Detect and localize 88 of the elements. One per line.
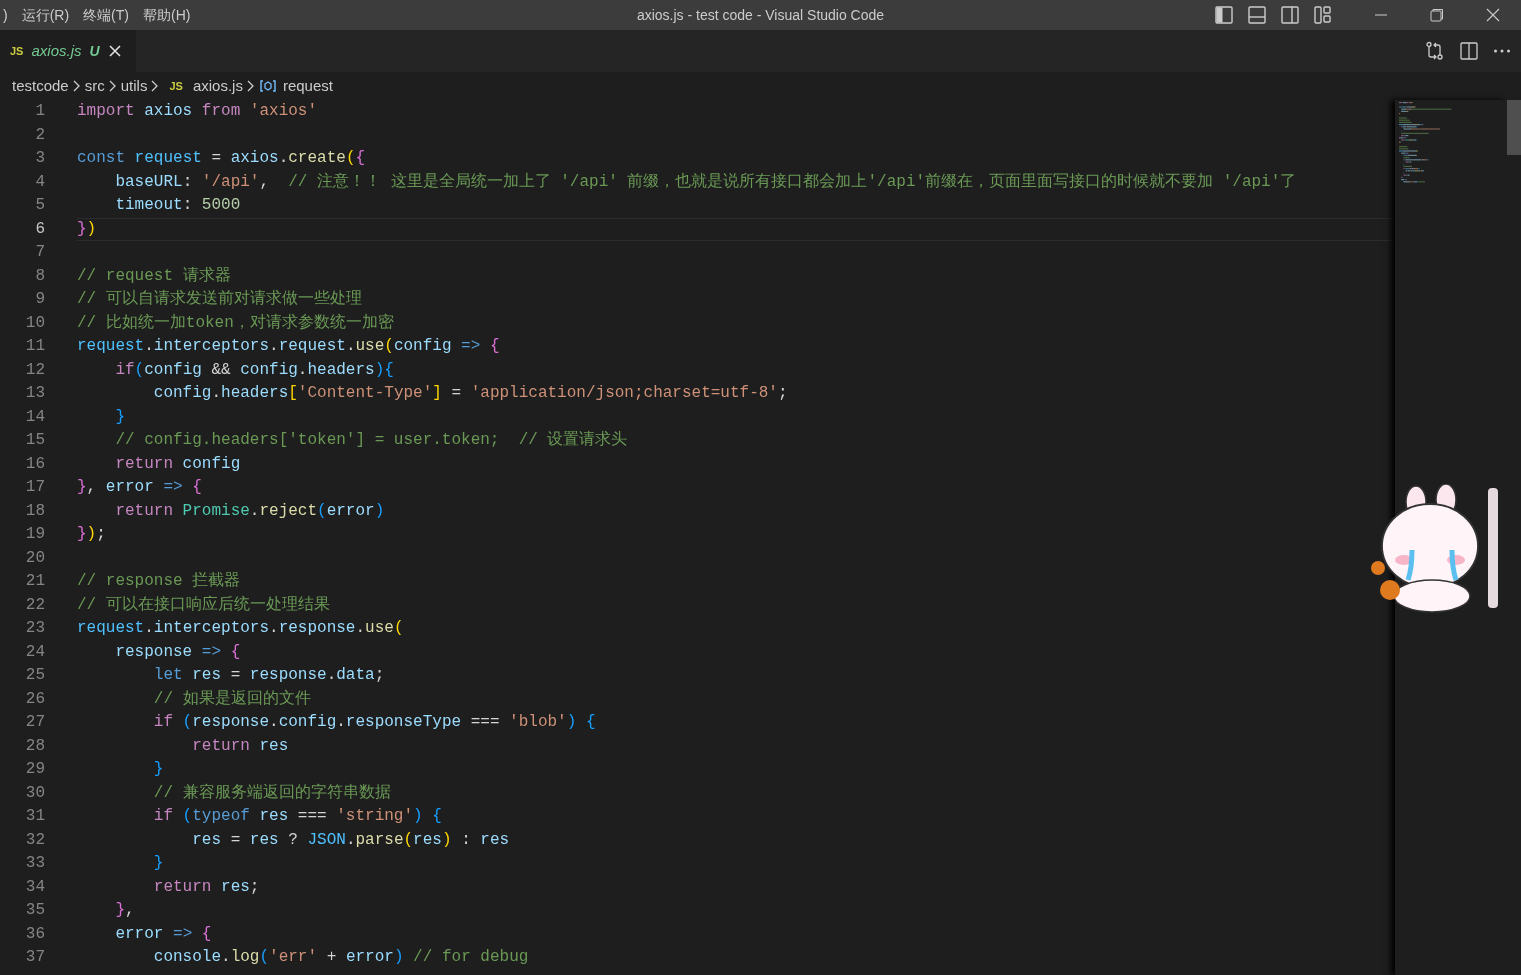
code-line: config.headers['Content-Type'] = 'application/json;charset=utf-8'; bbox=[152, 383, 789, 404]
line-number: 9 bbox=[34, 289, 45, 310]
line-number: 36 bbox=[24, 923, 45, 945]
line-number: 35 bbox=[24, 900, 45, 921]
code-line: if (typeof res === 'string') { bbox=[152, 806, 443, 827]
line-number: 33 bbox=[24, 853, 45, 874]
variable-icon bbox=[258, 79, 277, 93]
line-number: 24 bbox=[24, 641, 45, 663]
line-number: 12 bbox=[24, 359, 45, 381]
code-line: }, error => { bbox=[77, 477, 203, 498]
code-line: const request = axios.create({ bbox=[77, 148, 367, 169]
code-line: // 可以在接口响应后统一处理结果 bbox=[77, 594, 331, 616]
code-line: if (response.config.responseType === 'blob') { bbox=[152, 712, 597, 733]
scrollbar-thumb[interactable] bbox=[1507, 100, 1521, 155]
code-line: res = res ? JSON.parse(res) : res bbox=[191, 829, 511, 851]
code-line: import axios from 'axios' bbox=[77, 101, 319, 122]
menu-item[interactable]: 运行(R) bbox=[14, 4, 77, 26]
code-line: }) bbox=[77, 217, 1395, 241]
line-number: 20 bbox=[24, 547, 45, 569]
line-number: 7 bbox=[34, 242, 45, 263]
line-number: 2 bbox=[34, 124, 45, 146]
line-number: 15 bbox=[24, 430, 45, 451]
breadcrumb-item[interactable]: src bbox=[84, 74, 105, 98]
line-number: 6 bbox=[34, 218, 45, 240]
code-line: } bbox=[114, 406, 126, 428]
breadcrumb-item[interactable]: request bbox=[258, 74, 333, 98]
split-editor-icon[interactable] bbox=[1459, 41, 1479, 61]
line-number: 11 bbox=[24, 336, 45, 357]
line-number: 23 bbox=[24, 618, 45, 639]
menu-item[interactable]: 终端(T) bbox=[76, 4, 136, 26]
menu-item[interactable]: 帮助(H) bbox=[136, 4, 198, 26]
line-number: 8 bbox=[34, 265, 45, 287]
line-number: 1 bbox=[34, 101, 45, 122]
code-line: // 可以自请求发送前对请求做一些处理 bbox=[77, 289, 363, 310]
breadcrumb-item[interactable]: JS axios.js bbox=[163, 74, 243, 98]
line-number: 28 bbox=[24, 735, 45, 757]
menu-item[interactable]: ) bbox=[0, 4, 15, 26]
line-number: 4 bbox=[34, 171, 45, 193]
line-number: 27 bbox=[24, 712, 45, 733]
close-icon[interactable] bbox=[107, 44, 122, 58]
code-line: return config bbox=[114, 453, 242, 475]
code-line: // 比如统一加token，对请求参数统一加密 bbox=[77, 312, 395, 334]
window-title: axios.js - test code - Visual Studio Code bbox=[636, 5, 885, 25]
compare-changes-icon[interactable] bbox=[1425, 41, 1445, 61]
code-line: return Promise.reject(error) bbox=[114, 500, 386, 522]
code-line: response => { bbox=[114, 641, 242, 663]
line-number: 18 bbox=[24, 500, 45, 522]
line-number: 22 bbox=[24, 594, 45, 616]
code-line: return res; bbox=[152, 876, 261, 898]
code-line: // response 拦截器 bbox=[77, 571, 242, 592]
line-number: 31 bbox=[24, 806, 45, 827]
line-number: 34 bbox=[24, 876, 45, 898]
line-number: 29 bbox=[24, 759, 45, 780]
line-number: 5 bbox=[34, 195, 45, 216]
code-line: }, bbox=[114, 900, 136, 921]
code-line: console.log('err' + error) // for debug bbox=[152, 947, 530, 968]
code-line: // 兼容服务端返回的字符串数据 bbox=[152, 782, 392, 804]
line-number: 10 bbox=[24, 312, 45, 334]
code-line: // config.headers['token'] = user.token; // 设置请求头 bbox=[114, 430, 629, 451]
more-icon[interactable] bbox=[1493, 48, 1511, 54]
code-line: } bbox=[152, 853, 165, 874]
editor-tab[interactable]: JS axios.js U bbox=[0, 30, 136, 72]
code-line: // 如果是返回的文件 bbox=[152, 688, 312, 710]
code-line: timeout: 5000 bbox=[114, 195, 242, 216]
breadcrumb-item[interactable]: testcode bbox=[12, 74, 69, 98]
code-line: request.interceptors.response.use( bbox=[77, 618, 405, 639]
line-number: 32 bbox=[24, 829, 45, 851]
code-line: baseURL: '/api', // 注意！！ 这里是全局统一加上了 '/api' 前缀，也就是说所有接口都会加上'/api'前缀在，页面里面写接口的时候就不要加 '/api'了 bbox=[114, 171, 1298, 193]
code-line: if(config && config.headers){ bbox=[114, 359, 395, 381]
code-line: // request 请求器 bbox=[77, 265, 232, 287]
line-number: 17 bbox=[24, 477, 45, 498]
line-number: 21 bbox=[24, 571, 45, 592]
line-number: 19 bbox=[24, 524, 45, 545]
code-line: } bbox=[152, 759, 165, 780]
breadcrumb-item[interactable]: utils bbox=[120, 74, 148, 98]
code-line: request.interceptors.request.use(config => { bbox=[77, 336, 501, 357]
code-line: return res bbox=[191, 735, 290, 757]
line-number: 25 bbox=[24, 665, 45, 686]
code-line: let res = response.data; bbox=[152, 665, 386, 686]
line-number: 14 bbox=[24, 406, 45, 428]
line-number: 16 bbox=[24, 453, 45, 475]
line-number: 30 bbox=[24, 782, 45, 804]
code-line: }); bbox=[77, 524, 107, 545]
code-line: error => { bbox=[114, 923, 213, 945]
line-number: 13 bbox=[24, 383, 45, 404]
line-number: 3 bbox=[34, 148, 45, 169]
line-number: 37 bbox=[24, 947, 45, 968]
line-number: 26 bbox=[24, 688, 45, 710]
